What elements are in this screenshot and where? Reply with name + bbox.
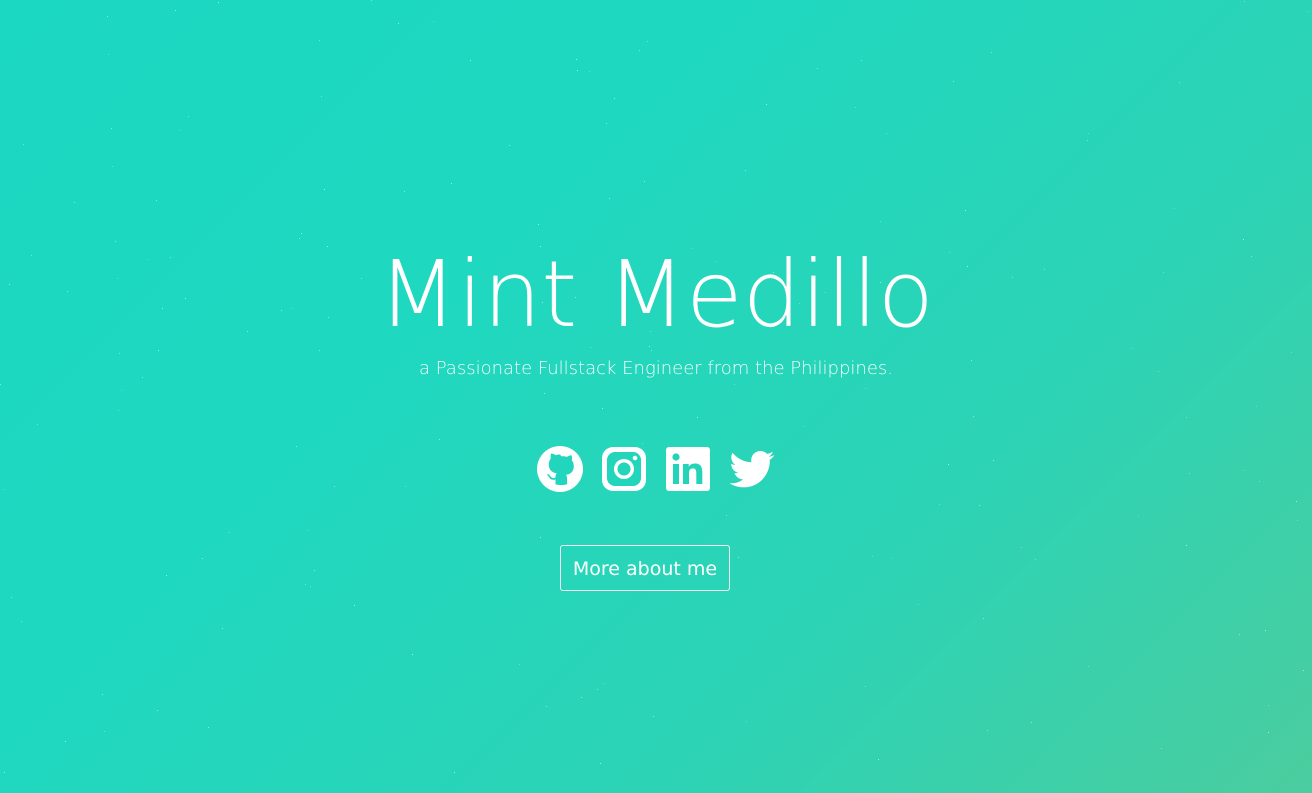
social-links [0,444,1312,493]
page-title: Mint Medillo [378,241,934,348]
tagline: a Passionate Fullstack Engineer from the… [418,358,893,379]
twitter-icon [729,450,775,487]
hero-section: Mint Medillo a Passionate Fullstack Engi… [0,0,1312,793]
twitter-link[interactable] [728,444,777,493]
instagram-link[interactable] [600,444,649,493]
more-about-me-button[interactable]: More about me [560,545,730,591]
instagram-icon [602,446,646,491]
github-link[interactable] [536,444,585,493]
linkedin-link[interactable] [664,444,713,493]
github-icon [537,445,583,492]
linkedin-icon [666,446,710,491]
